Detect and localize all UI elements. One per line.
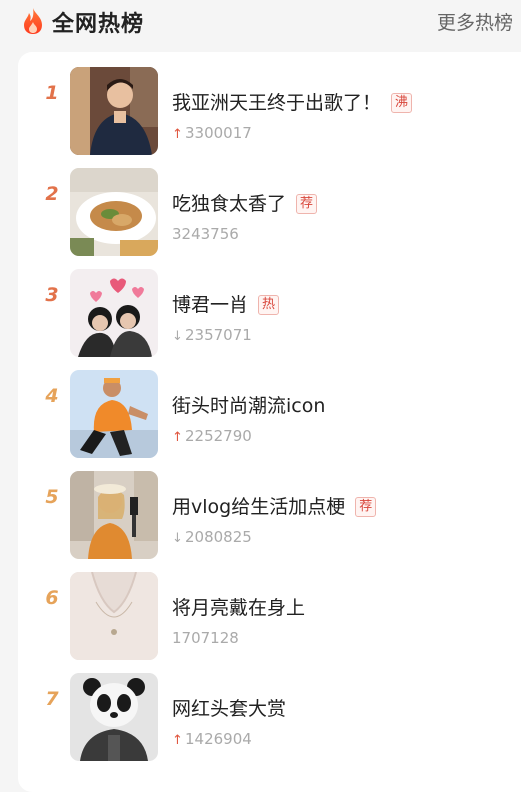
thumbnail-image: [70, 269, 158, 357]
thumbnail-image: [70, 673, 158, 761]
heat-value: ↑ 3300017: [172, 124, 252, 142]
topic-thumbnail[interactable]: [70, 572, 158, 660]
rank-number: 5: [45, 486, 59, 508]
rank-number: 2: [45, 183, 59, 205]
rank-number: 1: [45, 82, 59, 104]
topic-title[interactable]: 我亚洲天王终于出歌了！沸: [172, 88, 413, 115]
heat-value: 3243756: [172, 225, 239, 243]
topic-title[interactable]: 博君一肖热: [172, 290, 280, 317]
rank-number: 4: [45, 385, 59, 407]
heat-value: ↑ 1426904: [172, 730, 252, 748]
trend-up-icon: ↑: [172, 733, 183, 748]
trend-down-icon: ↓: [172, 531, 183, 546]
list-item[interactable]: 4 街头时尚潮流icon ↑ 2252790: [18, 355, 521, 458]
rank-number: 7: [45, 688, 59, 710]
badge-recommended: 荐: [355, 497, 377, 517]
topic-thumbnail[interactable]: [70, 471, 158, 559]
topic-thumbnail[interactable]: [70, 67, 158, 155]
trend-up-icon: ↑: [172, 430, 183, 445]
thumbnail-image: [70, 67, 158, 155]
list-item[interactable]: 7 网红头套大赏 ↑ 1426904: [18, 658, 521, 761]
list-item[interactable]: 1 我亚洲天王终于出歌了！沸 ↑ 3300017: [18, 52, 521, 155]
list-item[interactable]: 6 将月亮戴在身上 1707128: [18, 557, 521, 660]
topic-title[interactable]: 用vlog给生活加点梗荐: [172, 492, 377, 519]
thumbnail-image: [70, 471, 158, 559]
thumbnail-image: [70, 370, 158, 458]
hot-list-header: 全网热榜 更多热榜: [0, 0, 521, 42]
trend-up-icon: ↑: [172, 127, 183, 142]
hot-list-card: 1 我亚洲天王终于出歌了！沸 ↑ 3300017 2 吃独食太香了 荐 3243…: [18, 52, 521, 792]
list-item[interactable]: 5 用vlog给生活加点梗荐 ↓ 2080825: [18, 456, 521, 559]
topic-title[interactable]: 网红头套大赏: [172, 694, 286, 721]
flame-icon: [24, 8, 42, 34]
heat-value: 1707128: [172, 629, 239, 647]
topic-thumbnail[interactable]: [70, 673, 158, 761]
topic-title[interactable]: 吃独食太香了荐: [172, 189, 318, 216]
page-title: 全网热榜: [52, 12, 145, 37]
topic-thumbnail[interactable]: [70, 269, 158, 357]
topic-thumbnail[interactable]: [70, 168, 158, 256]
badge-recommended: 荐: [296, 194, 318, 214]
trend-down-icon: ↓: [172, 329, 183, 344]
badge-boiling: 沸: [391, 93, 413, 113]
list-item[interactable]: 2 吃独食太香了荐 3243756: [18, 153, 521, 256]
more-hot-lists-link[interactable]: 更多热榜: [437, 8, 513, 35]
topic-title[interactable]: 街头时尚潮流icon: [172, 391, 325, 418]
heat-value: ↓ 2357071: [172, 326, 252, 344]
topic-thumbnail[interactable]: [70, 370, 158, 458]
list-item[interactable]: 3 博君一肖热 ↓ 2357071: [18, 254, 521, 357]
rank-number: 6: [45, 587, 59, 609]
thumbnail-image: [70, 572, 158, 660]
thumbnail-image: [70, 168, 158, 256]
badge-hot: 热: [258, 295, 280, 315]
heat-value: ↑ 2252790: [172, 427, 252, 445]
rank-number: 3: [45, 284, 59, 306]
heat-value: ↓ 2080825: [172, 528, 252, 546]
topic-title[interactable]: 将月亮戴在身上: [172, 593, 305, 620]
